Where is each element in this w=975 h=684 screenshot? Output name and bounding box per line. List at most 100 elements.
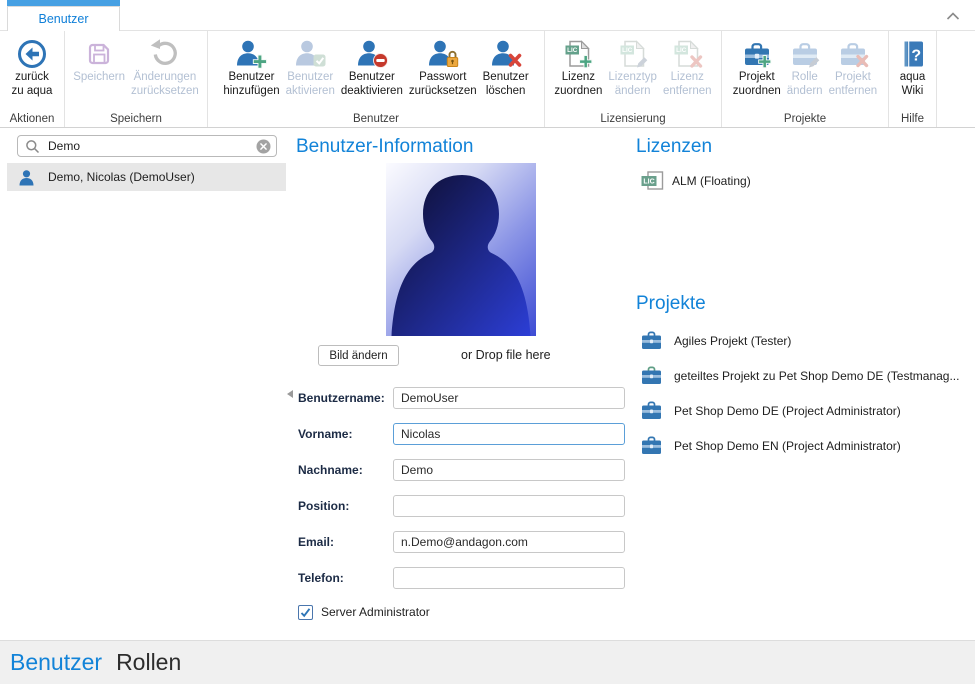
button-label: ändern	[615, 85, 651, 99]
ribbon: zurück zu aqua Aktionen Speichern	[0, 31, 975, 128]
button-label: Lizenz	[562, 71, 595, 85]
user-deactivate-icon	[356, 36, 388, 71]
button-label: zuordnen	[733, 85, 781, 99]
server-administrator-label: Server Administrator	[321, 604, 430, 621]
button-label: aktivieren	[286, 85, 335, 99]
page-title: Benutzer-Information	[296, 136, 473, 158]
button-label: deaktivieren	[341, 85, 403, 99]
button-label: Lizenz	[671, 71, 704, 85]
avatar-image[interactable]	[386, 163, 536, 336]
button-label: Benutzer	[287, 71, 333, 85]
ribbon-group-lizensierung: LIC Lizenz zuordnen LIC L	[545, 31, 722, 127]
license-remove-icon: LIC	[671, 36, 703, 71]
ribbon-group-hilfe: ? aqua Wiki Hilfe	[889, 31, 937, 127]
ribbon-group-caption: Speichern	[65, 113, 207, 125]
aqua-wiki-button[interactable]: ? aqua Wiki	[894, 36, 932, 98]
project-briefcase-icon	[641, 436, 662, 455]
button-label: entfernen	[663, 85, 712, 99]
nachname-field[interactable]	[393, 459, 625, 481]
field-collapse-marker-icon	[287, 390, 293, 398]
benutzername-field[interactable]	[393, 387, 625, 409]
button-label: Lizenztyp	[608, 71, 657, 85]
position-field[interactable]	[393, 495, 625, 517]
button-label: Wiki	[902, 85, 924, 99]
user-delete-icon	[490, 36, 522, 71]
project-item[interactable]: geteiltes Projekt zu Pet Shop Demo DE (T…	[674, 369, 959, 383]
button-label: zurück	[15, 71, 49, 85]
button-label: Projekt	[835, 71, 871, 85]
assign-project-button[interactable]: Projekt zuordnen	[730, 36, 784, 98]
button-label: entfernen	[829, 85, 878, 99]
save-button[interactable]: Speichern	[70, 36, 128, 85]
svg-text:LIC: LIC	[568, 47, 579, 54]
remove-project-button[interactable]: Projekt entfernen	[826, 36, 881, 98]
ribbon-group-aktionen: zurück zu aqua Aktionen	[0, 31, 65, 127]
button-label: Projekt	[739, 71, 775, 85]
telefon-field[interactable]	[393, 567, 625, 589]
deactivate-user-button[interactable]: Benutzer deaktivieren	[338, 36, 406, 98]
change-role-button[interactable]: Rolle ändern	[784, 36, 826, 98]
search-icon	[25, 139, 40, 154]
delete-user-button[interactable]: Benutzer löschen	[480, 36, 532, 98]
button-label: Speichern	[73, 71, 125, 85]
field-label-benutzername: Benutzername:	[298, 387, 393, 409]
reset-changes-button[interactable]: Änderungen zurücksetzen	[128, 36, 202, 98]
footer-tab-rollen[interactable]: Rollen	[116, 649, 181, 676]
user-list-item-label: Demo, Nicolas (DemoUser)	[48, 170, 195, 184]
clear-search-icon[interactable]	[256, 139, 271, 154]
user-activate-icon	[294, 36, 326, 71]
button-label: löschen	[486, 85, 526, 99]
role-edit-icon	[789, 36, 821, 71]
license-item[interactable]: ALM (Floating)	[672, 174, 751, 188]
reset-password-button[interactable]: Passwort zurücksetzen	[406, 36, 480, 98]
button-label: Benutzer	[349, 71, 395, 85]
server-administrator-checkbox[interactable]	[298, 605, 313, 620]
vorname-field[interactable]	[393, 423, 625, 445]
svg-text:LIC: LIC	[622, 47, 633, 54]
button-label: zurücksetzen	[409, 85, 477, 99]
user-icon	[18, 169, 35, 186]
user-list-item-selected[interactable]: Demo, Nicolas (DemoUser)	[7, 163, 286, 191]
save-floppy-icon	[83, 36, 115, 71]
button-label: ändern	[787, 85, 823, 99]
shared-project-briefcase-icon	[641, 366, 662, 385]
svg-text:LIC: LIC	[676, 47, 687, 54]
ribbon-collapse-button[interactable]	[946, 8, 960, 18]
project-item[interactable]: Pet Shop Demo DE (Project Administrator)	[674, 404, 901, 418]
button-label: Rolle	[792, 71, 818, 85]
ribbon-group-caption: Lizensierung	[545, 113, 721, 125]
button-label: Benutzer	[228, 71, 274, 85]
field-label-telefon: Telefon:	[298, 567, 393, 589]
user-search-box	[17, 135, 277, 157]
button-label: aqua	[900, 71, 926, 85]
field-label-email: Email:	[298, 531, 393, 553]
activate-user-button[interactable]: Benutzer aktivieren	[283, 36, 338, 98]
chevron-up-icon	[946, 11, 960, 21]
ribbon-tab-benutzer[interactable]: Benutzer	[7, 6, 120, 31]
svg-text:?: ?	[911, 47, 921, 64]
projects-title: Projekte	[636, 293, 706, 315]
project-item[interactable]: Agiles Projekt (Tester)	[674, 334, 791, 348]
ribbon-group-speichern: Speichern Änderungen zurücksetzen Speich…	[65, 31, 208, 127]
change-image-button[interactable]: Bild ändern	[318, 345, 399, 366]
license-badge-icon: LIC	[641, 171, 666, 191]
project-briefcase-icon	[641, 331, 662, 350]
project-item[interactable]: Pet Shop Demo EN (Project Administrator)	[674, 439, 901, 453]
assign-license-button[interactable]: LIC Lizenz zuordnen	[551, 36, 605, 98]
ribbon-tab-label: Benutzer	[38, 12, 88, 26]
user-add-icon	[235, 36, 267, 71]
footer-tab-benutzer[interactable]: Benutzer	[10, 649, 102, 676]
search-input[interactable]	[46, 138, 256, 154]
email-field[interactable]	[393, 531, 625, 553]
drop-file-hint: or Drop file here	[461, 348, 551, 362]
svg-text:LIC: LIC	[643, 179, 654, 186]
password-lock-icon	[427, 36, 459, 71]
project-remove-icon	[837, 36, 869, 71]
checkmark-icon	[299, 606, 312, 619]
ribbon-group-caption: Projekte	[722, 113, 888, 125]
add-user-button[interactable]: Benutzer hinzufügen	[220, 36, 282, 98]
back-to-aqua-button[interactable]: zurück zu aqua	[9, 36, 56, 98]
ribbon-group-benutzer: Benutzer hinzufügen Benutzer aktivieren	[208, 31, 545, 127]
change-license-type-button[interactable]: LIC Lizenztyp ändern	[605, 36, 660, 98]
remove-license-button[interactable]: LIC Lizenz entfernen	[660, 36, 715, 98]
